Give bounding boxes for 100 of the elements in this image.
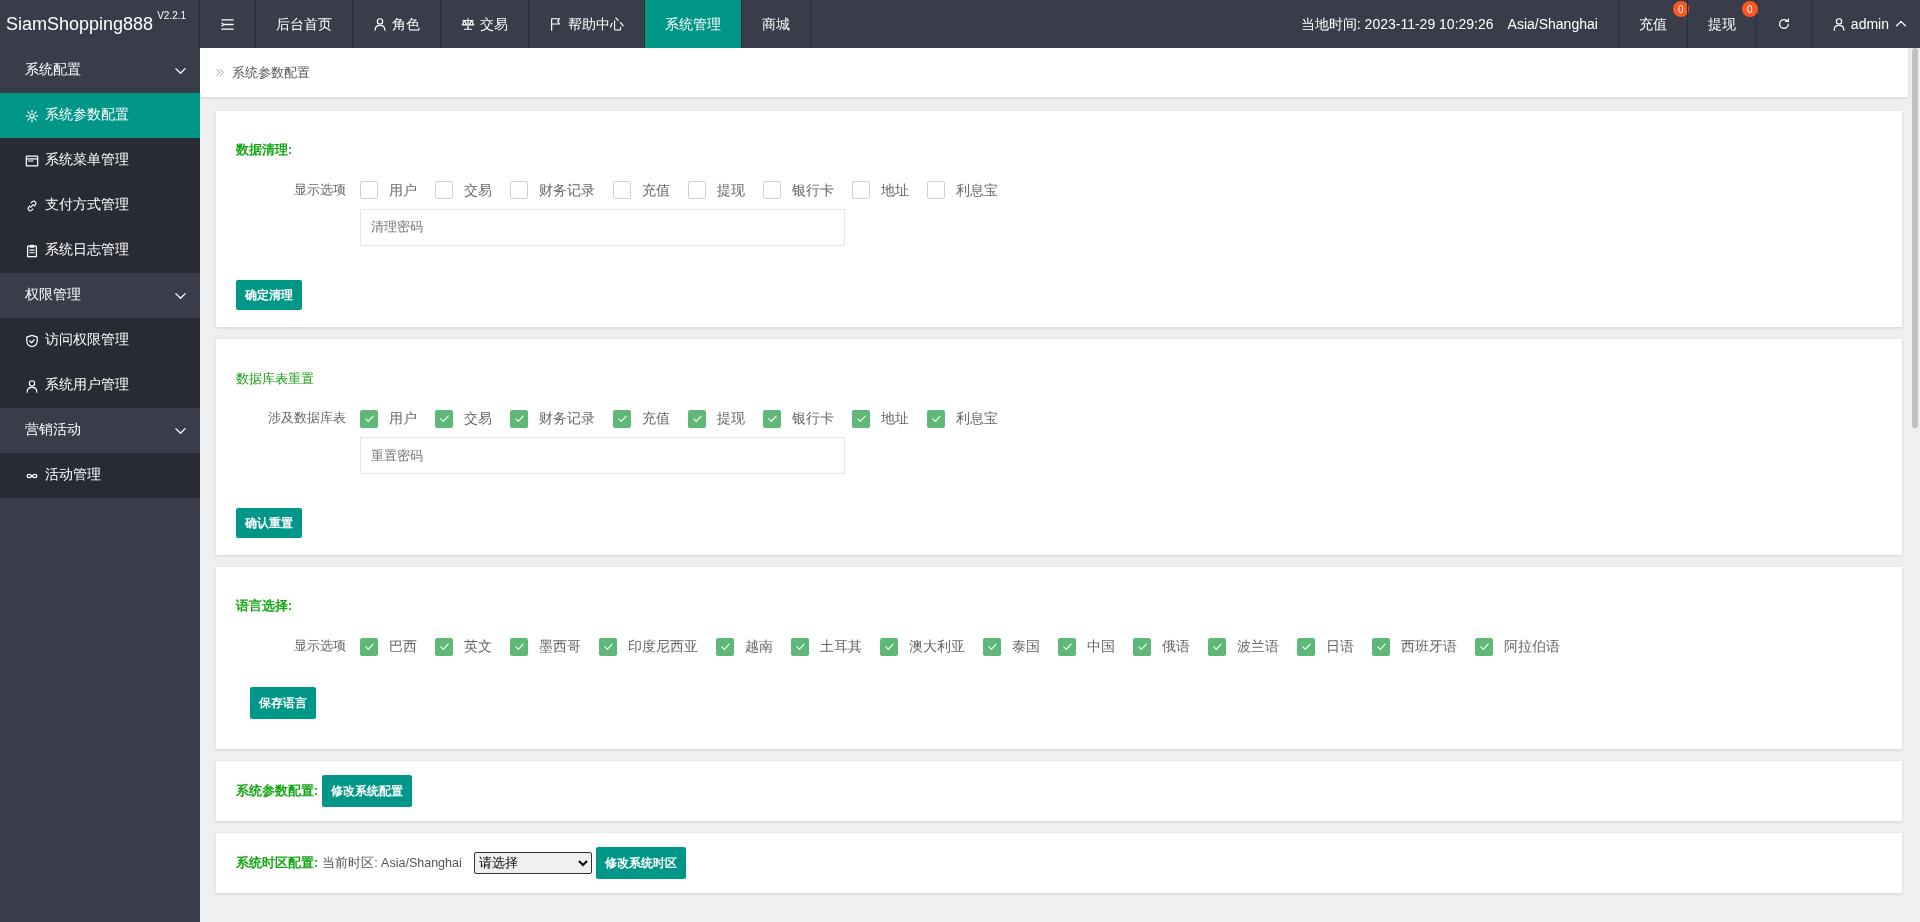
checkbox[interactable] — [688, 409, 706, 428]
option-label[interactable]: 澳大利亚 — [909, 636, 965, 657]
checkbox[interactable] — [852, 409, 870, 428]
checkbox[interactable] — [360, 181, 378, 200]
breadcrumb-text: 系统参数配置 — [232, 63, 310, 82]
count-badge: 0 — [1741, 1, 1758, 17]
refresh-icon — [1776, 17, 1791, 31]
option-label[interactable]: 地址 — [881, 408, 909, 430]
option-label[interactable]: 提现 — [717, 408, 745, 430]
scrollbar[interactable] — [1912, 48, 1918, 428]
settings-icon — [25, 108, 39, 123]
version-label: V2.2.1 — [157, 11, 187, 21]
checkbox[interactable] — [791, 637, 809, 656]
option-label[interactable]: 英文 — [464, 636, 492, 657]
checkbox[interactable] — [852, 181, 870, 200]
checkbox[interactable] — [360, 637, 378, 656]
option-label[interactable]: 西班牙语 — [1401, 636, 1457, 657]
nav-tab[interactable]: 系统管理 — [644, 0, 741, 48]
checkbox[interactable] — [1133, 637, 1151, 656]
option-label[interactable]: 充值 — [642, 179, 670, 201]
submit-button[interactable]: 确定清理 — [236, 279, 302, 310]
user-icon — [373, 17, 387, 31]
option-label[interactable]: 用户 — [389, 408, 417, 430]
user-icon — [1831, 17, 1846, 31]
option-label[interactable]: 财务记录 — [539, 179, 595, 201]
checkbox[interactable] — [763, 181, 781, 200]
checkbox[interactable] — [927, 409, 945, 428]
checkbox[interactable] — [688, 181, 706, 200]
checkbox[interactable] — [716, 637, 734, 656]
checkbox[interactable] — [435, 181, 453, 200]
option-label[interactable]: 交易 — [464, 408, 492, 430]
option-label[interactable]: 利息宝 — [956, 408, 998, 430]
option-label[interactable]: 交易 — [464, 179, 492, 201]
option-label[interactable]: 地址 — [881, 179, 909, 201]
checkbox[interactable] — [1058, 637, 1076, 656]
sidebar-item[interactable]: 系统日志管理 — [0, 228, 200, 273]
option-label[interactable]: 越南 — [745, 636, 773, 657]
checkbox[interactable] — [927, 181, 945, 200]
sidebar-item[interactable]: 支付方式管理 — [0, 183, 200, 228]
option-label[interactable]: 墨西哥 — [539, 636, 581, 657]
timezone-label: Asia/Shanghai — [1507, 14, 1598, 34]
option-label[interactable]: 财务记录 — [539, 408, 595, 430]
option-label[interactable]: 波兰语 — [1237, 636, 1279, 657]
submit-button[interactable]: 保存语言 — [250, 687, 316, 719]
field-label: 显示选项 — [293, 638, 347, 656]
clipboard-icon — [25, 243, 39, 258]
section-title: 数据库表重置 — [236, 369, 315, 388]
submit-button[interactable]: 修改系统配置 — [322, 775, 413, 807]
option-label[interactable]: 阿拉伯语 — [1504, 636, 1560, 657]
chevron-double-icon — [215, 67, 226, 78]
scale-icon — [461, 17, 475, 31]
option-label[interactable]: 用户 — [389, 179, 417, 201]
checkbox[interactable] — [880, 637, 898, 656]
checkbox[interactable] — [599, 637, 617, 656]
checkbox[interactable] — [983, 637, 1001, 656]
checkbox[interactable] — [1475, 637, 1493, 656]
submit-button[interactable]: 修改系统时区 — [595, 847, 686, 879]
password-field[interactable]: 重置密码 — [360, 437, 845, 475]
option-label[interactable]: 泰国 — [1012, 636, 1040, 657]
option-label[interactable]: 俄语 — [1162, 636, 1190, 657]
timezone-select[interactable]: 请选择 — [473, 852, 592, 874]
field-label: 涉及数据库表 — [267, 410, 347, 428]
checkbox[interactable] — [613, 181, 631, 200]
option-label[interactable]: 银行卡 — [792, 408, 834, 430]
count-badge: 0 — [1672, 1, 1689, 17]
option-label[interactable]: 土耳其 — [820, 636, 862, 657]
checkbox[interactable] — [360, 409, 378, 428]
checkbox[interactable] — [435, 637, 453, 656]
option-label[interactable]: 提现 — [717, 179, 745, 201]
submit-button[interactable]: 确认重置 — [236, 508, 302, 539]
checkbox[interactable] — [510, 637, 528, 656]
option-label[interactable]: 日语 — [1326, 636, 1354, 657]
section-title: 系统时区配置: — [236, 854, 319, 872]
option-label[interactable]: 充值 — [642, 408, 670, 430]
checkbox[interactable] — [510, 409, 528, 428]
option-label[interactable]: 银行卡 — [792, 179, 834, 201]
local-time: 当地时间: 2023-11-29 10:29:26 — [1300, 14, 1494, 34]
sidebar-item[interactable]: 访问权限管理 — [0, 318, 200, 363]
option-label[interactable]: 印度尼西亚 — [628, 636, 698, 657]
password-field[interactable]: 清理密码 — [360, 208, 845, 246]
checkbox[interactable] — [1297, 637, 1315, 656]
checkbox[interactable] — [1208, 637, 1226, 656]
checkbox[interactable] — [435, 409, 453, 428]
option-label[interactable]: 巴西 — [389, 636, 417, 657]
sidebar-item[interactable]: 系统参数配置 — [0, 93, 200, 138]
checkbox[interactable] — [613, 409, 631, 428]
option-label[interactable]: 中国 — [1087, 636, 1115, 657]
checkbox[interactable] — [1372, 637, 1390, 656]
sidebar-item[interactable]: 系统菜单管理 — [0, 138, 200, 183]
menu-icon — [220, 16, 235, 32]
checkbox[interactable] — [763, 409, 781, 428]
checkbox[interactable] — [510, 181, 528, 200]
brand-name: SiamShopping888 — [6, 12, 154, 36]
field-label: 显示选项 — [293, 181, 347, 199]
current-timezone-text: 当前时区: Asia/Shanghai — [322, 854, 462, 872]
sidebar-item[interactable]: 系统用户管理 — [0, 363, 200, 408]
section-title: 系统参数配置: — [236, 782, 319, 800]
window-icon — [25, 153, 39, 168]
sidebar-item[interactable]: 活动管理 — [0, 453, 200, 498]
option-label[interactable]: 利息宝 — [956, 179, 998, 201]
